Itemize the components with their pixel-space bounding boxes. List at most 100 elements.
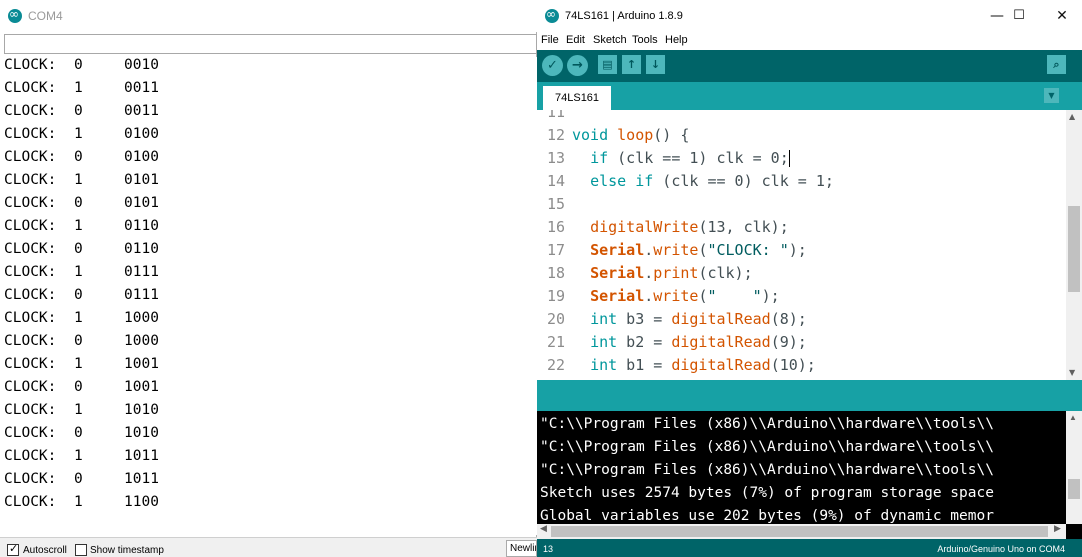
scroll-left-icon[interactable]: ◀	[540, 524, 547, 534]
line-number: 14	[546, 172, 565, 190]
tab-bar: 74LS161 ▼	[537, 82, 1082, 110]
serial-line-label: CLOCK:	[4, 241, 57, 257]
ide-window-title: 74LS161 | Arduino 1.8.9	[565, 10, 683, 22]
serial-line-label: CLOCK:	[4, 264, 57, 280]
serial-line-label: CLOCK:	[4, 494, 57, 510]
scrollbar-thumb[interactable]	[1068, 206, 1080, 292]
serial-line-value: 1011	[124, 471, 159, 487]
serial-line-value: 1000	[124, 310, 159, 326]
line-number: 16	[546, 218, 565, 236]
line-ending-select[interactable]: Newlin	[506, 540, 537, 557]
code-text: else if (clk == 0) clk = 1;	[590, 172, 834, 190]
serial-line-label: CLOCK:	[4, 57, 57, 73]
scrollbar-thumb[interactable]	[1068, 479, 1080, 499]
current-line-number: 13	[543, 544, 554, 554]
serial-line-clock: 1	[74, 402, 83, 418]
serial-line-value: 0011	[124, 80, 159, 96]
serial-line-value: 0111	[124, 287, 159, 303]
arduino-logo-icon	[8, 7, 22, 23]
ide-toolbar: ✓ → ▤ ↑ ↓ ⌕	[537, 50, 1082, 82]
show-timestamp-checkbox[interactable]	[75, 544, 87, 556]
arrow-up-icon[interactable]: ↑	[622, 55, 641, 74]
serial-line-value: 1011	[124, 448, 159, 464]
serial-line-clock: 0	[74, 287, 83, 303]
arrow-down-icon[interactable]: ↓	[646, 55, 665, 74]
serial-line-value: 0100	[124, 126, 159, 142]
serial-monitor-titlebar[interactable]: COM4	[0, 0, 537, 32]
serial-line-value: 1100	[124, 494, 159, 510]
arduino-logo-icon	[545, 7, 559, 23]
serial-monitor-title: COM4	[28, 9, 63, 23]
console-line: "C:\\Program Files (x86)\\Arduino\\hardw…	[540, 439, 994, 455]
serial-line-label: CLOCK:	[4, 287, 57, 303]
line-number: 15	[546, 195, 565, 213]
serial-line-clock: 1	[74, 310, 83, 326]
menu-tools[interactable]: Tools	[632, 34, 658, 46]
serial-line-value: 1010	[124, 425, 159, 441]
serial-line-clock: 0	[74, 333, 83, 349]
code-text: void loop() {	[572, 126, 690, 144]
serial-line-clock: 1	[74, 494, 83, 510]
serial-output[interactable]: CLOCK: 0 0010 CLOCK: 1 0011 CLOCK: 0 0011 CLOCK: 1…	[0, 57, 537, 535]
code-text: int b2 = digitalRead(9);	[590, 333, 807, 351]
check-icon[interactable]: ✓	[542, 55, 563, 76]
text-cursor	[788, 150, 790, 167]
menu-edit[interactable]: Edit	[566, 34, 585, 46]
arrow-right-icon[interactable]: →	[567, 55, 588, 76]
menu-file[interactable]: File	[541, 34, 559, 46]
show-timestamp-label: Show timestamp	[90, 545, 164, 556]
scroll-up-icon[interactable]: ▲	[1069, 112, 1075, 121]
serial-line-value: 0110	[124, 241, 159, 257]
line-number: 11	[546, 110, 565, 121]
serial-line-value: 0111	[124, 264, 159, 280]
serial-line-clock: 0	[74, 195, 83, 211]
serial-line-clock: 0	[74, 57, 83, 73]
chevron-down-icon[interactable]: ▼	[1044, 88, 1059, 103]
line-number: 19	[546, 287, 565, 305]
serial-line-label: CLOCK:	[4, 80, 57, 96]
scroll-up-icon[interactable]: ▲	[1069, 413, 1077, 422]
menu-sketch[interactable]: Sketch	[593, 34, 627, 46]
line-number: 21	[546, 333, 565, 351]
code-text: Serial.write(" ");	[590, 287, 780, 305]
scrollbar-thumb[interactable]	[551, 526, 1048, 537]
serial-line-label: CLOCK:	[4, 333, 57, 349]
console-line: "C:\\Program Files (x86)\\Arduino\\hardw…	[540, 416, 994, 432]
serial-line-value: 0101	[124, 195, 159, 211]
line-number: 17	[546, 241, 565, 259]
tab-74ls161[interactable]: 74LS161	[543, 86, 611, 110]
file-icon[interactable]: ▤	[598, 55, 617, 74]
serial-line-value: 1001	[124, 356, 159, 372]
serial-line-clock: 0	[74, 241, 83, 257]
line-number: 20	[546, 310, 565, 328]
serial-line-value: 0011	[124, 103, 159, 119]
maximize-button[interactable]: ☐	[999, 4, 1039, 28]
output-console[interactable]: "C:\\Program Files (x86)\\Arduino\\hardw…	[537, 411, 1082, 539]
serial-line-label: CLOCK:	[4, 471, 57, 487]
serial-line-clock: 0	[74, 149, 83, 165]
magnifier-icon[interactable]: ⌕	[1047, 55, 1066, 74]
serial-line-label: CLOCK:	[4, 103, 57, 119]
console-horizontal-scrollbar[interactable]: ◀ ▶	[537, 524, 1066, 539]
scroll-right-icon[interactable]: ▶	[1054, 524, 1061, 534]
ide-titlebar[interactable]: 74LS161 | Arduino 1.8.9 — ☐ ✕	[537, 0, 1082, 32]
serial-send-input[interactable]	[4, 34, 537, 54]
serial-line-clock: 1	[74, 356, 83, 372]
menu-help[interactable]: Help	[665, 34, 688, 46]
autoscroll-checkbox[interactable]	[7, 542, 19, 556]
console-vertical-scrollbar[interactable]: ▲	[1066, 411, 1082, 524]
serial-line-label: CLOCK:	[4, 126, 57, 142]
serial-line-label: CLOCK:	[4, 195, 57, 211]
code-editor[interactable]: 11 12 void loop() { 13 if (clk == 1) clk …	[537, 110, 1082, 380]
editor-vertical-scrollbar[interactable]: ▲ ▼	[1066, 110, 1082, 380]
serial-line-value: 0010	[124, 57, 159, 73]
code-text: int b3 = digitalRead(8);	[590, 310, 807, 328]
serial-line-clock: 0	[74, 103, 83, 119]
close-button[interactable]: ✕	[1042, 4, 1082, 28]
code-text: Serial.write("CLOCK: ");	[590, 241, 807, 259]
scroll-down-icon[interactable]: ▼	[1069, 368, 1075, 377]
serial-line-value: 1001	[124, 379, 159, 395]
code-text: if (clk == 1) clk = 0;	[590, 149, 790, 167]
serial-line-clock: 1	[74, 126, 83, 142]
line-number: 22	[546, 356, 565, 374]
